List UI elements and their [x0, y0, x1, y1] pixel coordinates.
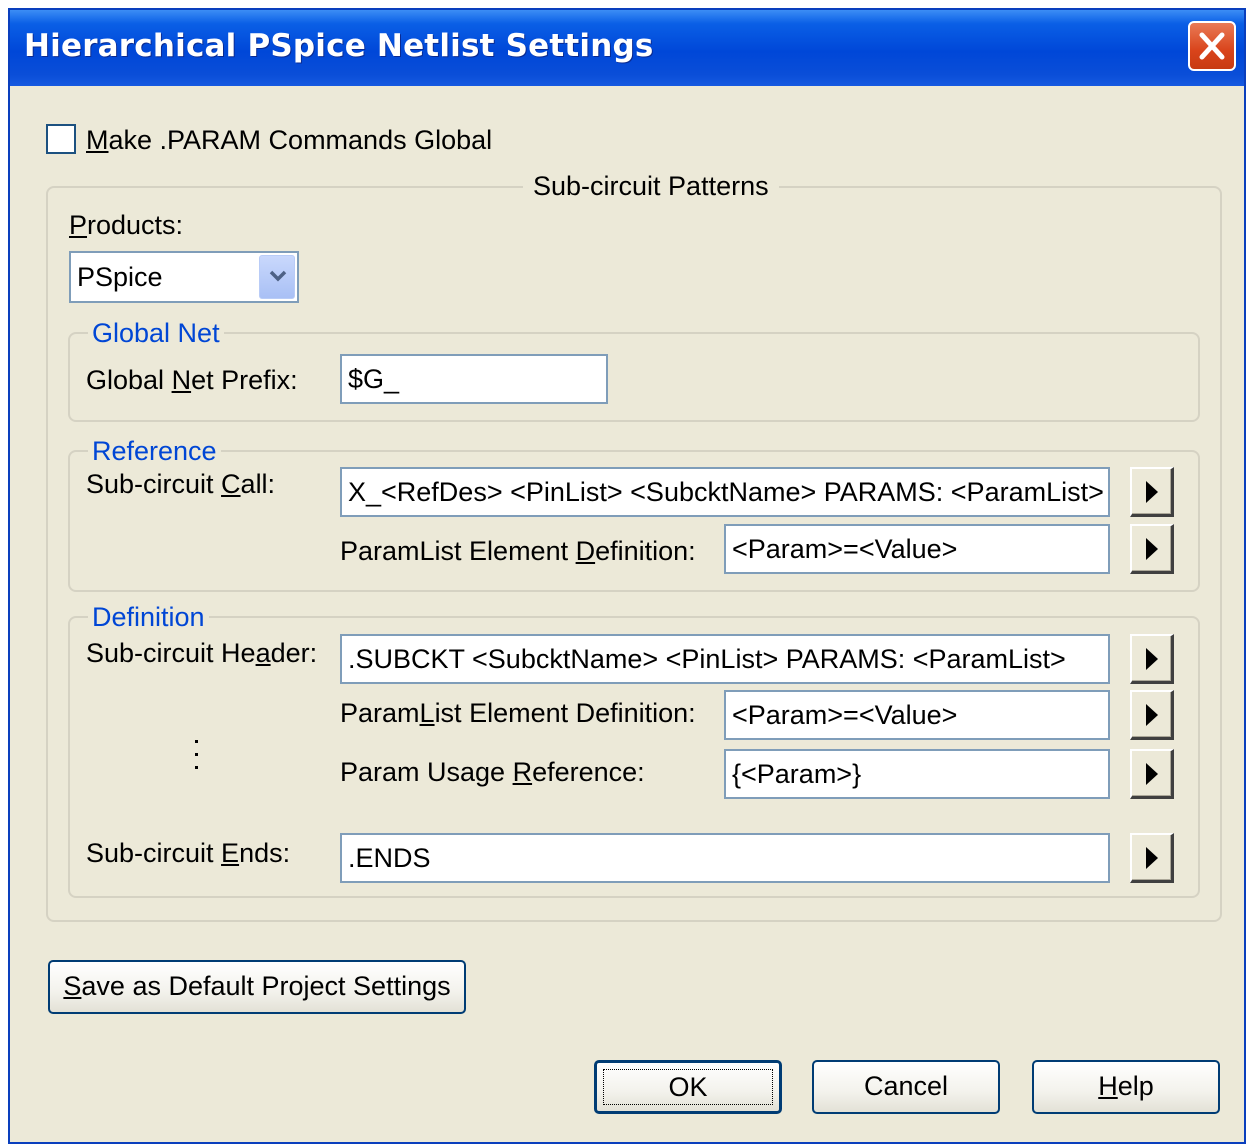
help-button[interactable]: Help [1032, 1060, 1220, 1114]
global-net-legend: Global Net [88, 320, 224, 347]
definition-legend: Definition [88, 604, 209, 631]
reference-legend: Reference [88, 438, 221, 465]
subcircuit-ends-label: Sub-circuit Ends: [86, 838, 291, 868]
triangle-right-icon [1146, 763, 1158, 785]
triangle-right-icon [1146, 847, 1158, 869]
make-param-global-checkbox[interactable] [46, 124, 76, 154]
subcircuit-call-label: Sub-circuit Call: [86, 469, 276, 499]
make-param-global-label[interactable]: Make .PARAM Commands Global [86, 127, 492, 154]
subcircuit-patterns-legend: Sub-circuit Patterns [523, 173, 779, 200]
subcircuit-header-input[interactable]: .SUBCKT <SubcktName> <PinList> PARAMS: <… [340, 634, 1110, 684]
reference-paramlist-label: ParamList Element Definition: [340, 536, 696, 566]
triangle-right-icon [1146, 481, 1158, 503]
triangle-right-icon [1146, 538, 1158, 560]
subcircuit-call-insert-button[interactable] [1130, 467, 1174, 517]
products-dropdown-button[interactable] [259, 255, 295, 299]
subcircuit-call-input[interactable]: X_<RefDes> <PinList> <SubcktName> PARAMS… [340, 467, 1110, 517]
global-net-prefix-input[interactable]: $G_ [340, 354, 608, 404]
param-usage-reference-label: Param Usage Reference: [340, 757, 645, 787]
global-net-prefix-label: Global Net Prefix: [86, 365, 298, 395]
triangle-right-icon [1146, 704, 1158, 726]
reference-paramlist-insert-button[interactable] [1130, 524, 1174, 574]
reference-paramlist-input[interactable]: <Param>=<Value> [724, 524, 1110, 574]
definition-paramlist-label: ParamList Element Definition: [340, 698, 696, 728]
param-usage-reference-input[interactable]: {<Param>} [724, 749, 1110, 799]
title-bar[interactable]: Hierarchical PSpice Netlist Settings [10, 10, 1244, 86]
close-icon [1199, 32, 1225, 60]
subcircuit-header-insert-button[interactable] [1130, 634, 1174, 684]
triangle-right-icon [1146, 648, 1158, 670]
close-button[interactable] [1188, 21, 1236, 71]
products-selected-value: PSpice [77, 262, 163, 292]
vertical-ellipsis [195, 740, 199, 779]
definition-paramlist-input[interactable]: <Param>=<Value> [724, 690, 1110, 740]
products-label: Products: [69, 210, 184, 240]
chevron-down-icon [269, 270, 287, 282]
subcircuit-ends-insert-button[interactable] [1130, 833, 1174, 883]
cancel-button[interactable]: Cancel [812, 1060, 1000, 1114]
definition-paramlist-insert-button[interactable] [1130, 690, 1174, 740]
subcircuit-ends-input[interactable]: .ENDS [340, 833, 1110, 883]
subcircuit-header-label: Sub-circuit Header: [86, 638, 318, 668]
param-usage-reference-insert-button[interactable] [1130, 749, 1174, 799]
ok-button[interactable]: OK [594, 1060, 782, 1114]
save-as-default-button[interactable]: Save as Default Project Settings [48, 960, 466, 1014]
dialog-window: Hierarchical PSpice Netlist Settings Mak… [8, 8, 1246, 1144]
products-dropdown[interactable]: PSpice [69, 251, 299, 303]
window-title: Hierarchical PSpice Netlist Settings [24, 28, 654, 64]
